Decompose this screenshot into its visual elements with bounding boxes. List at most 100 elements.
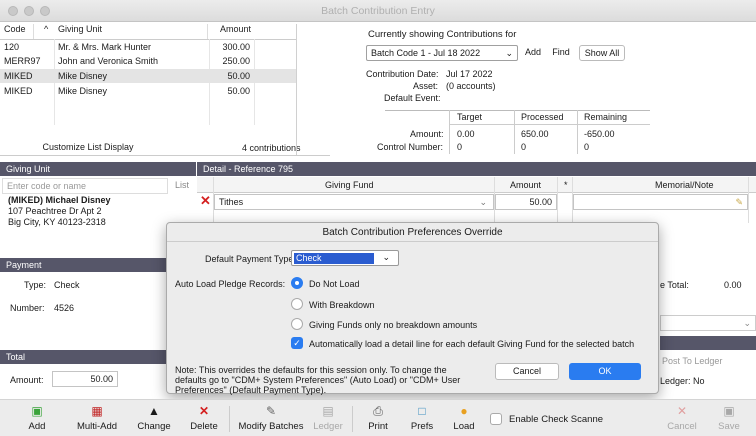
contribution-date-value: Jul 17 2022 (446, 69, 493, 79)
prefs-button[interactable]: □ Prefs (406, 403, 438, 432)
list-row[interactable]: MIKED Mike Disney 50.00 (0, 84, 296, 98)
load-button[interactable]: ● Load (448, 403, 480, 432)
ledger-status: Ledger: No (660, 376, 705, 386)
control-target: 0 (457, 142, 463, 152)
auto-load-label: Automatically load a detail line for eac… (309, 339, 635, 349)
list-row[interactable]: MERR97 John and Veronica Smith 250.00 (0, 54, 296, 68)
cancel-label: Cancel (667, 421, 697, 432)
memorial-note-input[interactable]: ✎ (573, 194, 748, 210)
radio-with-breakdown[interactable] (291, 298, 303, 310)
row-code: 120 (4, 42, 20, 52)
multi-add-button[interactable]: ▦ Multi-Add (72, 403, 122, 432)
auto-load-checkbox[interactable]: ✓ (291, 337, 303, 349)
post-to-ledger-label[interactable]: Post To Ledger (662, 356, 722, 366)
change-button[interactable]: ▲ Change (136, 403, 172, 432)
ledger-label: Ledger (313, 421, 343, 432)
list-button[interactable]: List (175, 180, 189, 190)
row-amount: 300.00 (222, 42, 250, 52)
detail-amount-input[interactable]: 50.00 (495, 194, 557, 210)
contribution-date-label: Contribution Date: (366, 69, 439, 79)
prefs-label: Prefs (410, 421, 434, 432)
payment-number-value[interactable]: 4526 (54, 303, 74, 313)
add-batch-button[interactable]: Add (521, 45, 545, 61)
col-memorial-note: Memorial/Note (655, 180, 714, 190)
col-header-code[interactable]: Code (4, 24, 34, 39)
print-icon: ⎙ (373, 404, 383, 418)
pencil-icon[interactable]: ✎ (735, 195, 743, 209)
row-amount: 250.00 (222, 56, 250, 66)
dialog-note: Note: This overrides the defaults for th… (175, 365, 461, 395)
list-row[interactable]: 120 Mr. & Mrs. Mark Hunter 300.00 (0, 40, 296, 54)
payment-type-value: Check (294, 253, 374, 264)
giving-fund-value: Tithes (219, 197, 244, 207)
add-icon: ▣ (31, 404, 43, 418)
row-amount: 50.00 (227, 71, 250, 81)
contribution-list[interactable]: Code ^ Giving Unit Amount 120 Mr. & Mrs.… (0, 24, 296, 125)
window-title: Batch Contribution Entry (321, 5, 435, 17)
showing-label: Currently showing Contributions for (368, 29, 517, 40)
add-label: Add (28, 421, 46, 432)
modify-batches-icon: ✎ (265, 404, 277, 418)
col-target: Target (457, 112, 483, 122)
radio-funds-only[interactable] (291, 318, 303, 330)
bottom-toolbar: ▣ Add ▦ Multi-Add ▲ Change ✕ Delete ✎ Modify … (0, 399, 756, 436)
row-code: MERR97 (4, 56, 41, 66)
contribution-count: 4 contributions (242, 143, 301, 153)
chevron-down-icon: ⌄ (505, 48, 513, 58)
total-amount-label: Amount: (10, 375, 44, 385)
giving-unit-name: (MIKED) Michael Disney (8, 195, 111, 205)
giving-unit-search-input[interactable]: Enter code or name (2, 178, 168, 194)
payment-type-value[interactable]: Check (54, 280, 80, 290)
save-label: Save (718, 421, 740, 432)
add-button[interactable]: ▣ Add (22, 403, 52, 432)
asset-label: Asset: (413, 81, 439, 91)
payment-extra-select[interactable]: ⌄ (660, 315, 756, 331)
delete-button[interactable]: ✕ Delete (186, 403, 222, 432)
dialog-ok-button[interactable]: OK (569, 363, 641, 380)
modify-batches-button[interactable]: ✎ Modify Batches (236, 403, 306, 432)
giving-unit-address1: 107 Peachtree Dr Apt 2 (8, 206, 102, 216)
save-button[interactable]: ▣ Save (712, 403, 746, 432)
row-code: MIKED (4, 86, 33, 96)
multi-add-icon: ▦ (91, 404, 103, 418)
row-giving-unit: Mike Disney (58, 86, 108, 96)
row-giving-unit: Mike Disney (58, 71, 108, 81)
payment-header: Payment (0, 258, 166, 272)
find-batch-button[interactable]: Find (548, 45, 574, 61)
row-giving-unit: Mr. & Mrs. Mark Hunter (58, 42, 152, 52)
cancel-icon: ✕ (676, 404, 688, 418)
load-label: Load (453, 421, 475, 432)
payment-number-label: Number: (10, 303, 45, 313)
change-icon: ▲ (148, 404, 160, 418)
delete-line-icon[interactable]: ✕ (200, 193, 211, 209)
payment-total-value: 0.00 (724, 280, 742, 290)
list-row-selected[interactable]: MIKED Mike Disney 50.00 (0, 69, 296, 83)
col-header-giving-unit[interactable]: Giving Unit (58, 24, 208, 39)
cancel-button[interactable]: ✕ Cancel (663, 403, 701, 432)
radio-do-not-load[interactable] (291, 277, 303, 289)
col-processed: Processed (521, 112, 564, 122)
total-header: Total (0, 350, 166, 364)
payment-type-select[interactable]: Check ⌄ (291, 250, 399, 266)
change-label: Change (137, 421, 171, 432)
radio-do-not-load-label: Do Not Load (309, 279, 360, 289)
modify-batches-label: Modify Batches (238, 421, 304, 432)
multi-add-label: Multi-Add (76, 421, 118, 432)
print-button[interactable]: ⎙ Print (362, 403, 394, 432)
control-processed: 0 (521, 142, 527, 152)
show-all-button[interactable]: Show All (579, 45, 625, 61)
col-header-amount[interactable]: Amount (220, 24, 256, 39)
ledger-button[interactable]: ▤ Ledger (310, 403, 346, 432)
radio-with-breakdown-label: With Breakdown (309, 300, 375, 310)
amount-target: 0.00 (457, 129, 475, 139)
print-label: Print (368, 421, 388, 432)
dialog-cancel-button[interactable]: Cancel (495, 363, 559, 380)
customize-list-button[interactable]: Customize List Display (8, 140, 168, 156)
enable-check-scanner-checkbox[interactable] (490, 413, 502, 425)
col-remaining: Remaining (584, 112, 628, 122)
giving-fund-select[interactable]: Tithes ⌄ (214, 194, 494, 210)
preferences-dialog: Batch Contribution Preferences Override … (166, 222, 659, 395)
radio-funds-only-label: Giving Funds only no breakdown amounts (309, 320, 478, 330)
batch-select[interactable]: Batch Code 1 - Jul 18 2022 ⌄ (366, 45, 518, 61)
total-amount-value: 50.00 (52, 371, 118, 387)
